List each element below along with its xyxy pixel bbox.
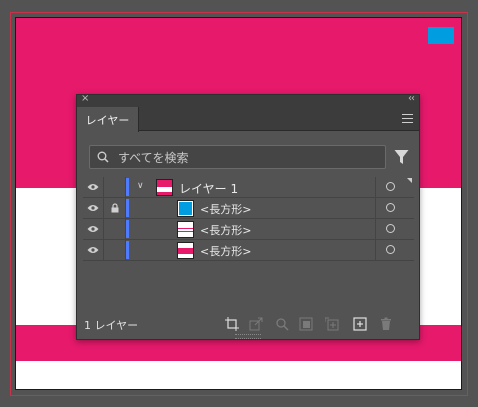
layer-color-bar	[126, 178, 129, 196]
layer-name[interactable]: レイヤー 1	[179, 180, 238, 197]
target-icon[interactable]	[386, 203, 395, 212]
hamburger-menu-icon[interactable]	[402, 114, 413, 123]
lock-toggle[interactable]	[105, 177, 126, 197]
delete-layer-icon[interactable]	[379, 317, 393, 331]
collect-for-export-icon[interactable]	[225, 317, 239, 331]
search-input[interactable]: すべてを検索	[89, 145, 386, 169]
eye-icon	[87, 247, 99, 253]
eye-icon	[87, 205, 99, 211]
visibility-toggle[interactable]	[83, 177, 104, 197]
layer-row[interactable]: <長方形>	[83, 240, 414, 261]
panel-titlebar[interactable]: × ‹‹	[77, 93, 419, 107]
white-rect-thumb	[177, 221, 194, 238]
layer-color-bar	[126, 241, 129, 259]
search-icon	[97, 151, 109, 163]
panel-tabbar: レイヤー	[77, 107, 419, 132]
chevron-down-icon[interactable]: ∨	[137, 181, 144, 191]
lock-toggle[interactable]	[105, 240, 126, 260]
search-placeholder: すべてを検索	[118, 151, 189, 165]
blue-rect-thumb	[177, 200, 194, 217]
close-icon[interactable]: ×	[81, 93, 89, 104]
eye-icon	[87, 226, 99, 232]
lock-toggle[interactable]	[105, 198, 126, 218]
visibility-toggle[interactable]	[83, 240, 104, 260]
visibility-toggle[interactable]	[83, 219, 104, 239]
target-icon[interactable]	[386, 224, 395, 233]
layer-row[interactable]: <長方形>	[83, 219, 414, 240]
blue-rectangle[interactable]	[428, 27, 454, 44]
object-name[interactable]: <長方形>	[200, 243, 251, 259]
visibility-toggle[interactable]	[83, 198, 104, 218]
export-icon[interactable]	[249, 317, 263, 331]
target-icon[interactable]	[386, 182, 395, 191]
tab-layers[interactable]: レイヤー	[77, 107, 139, 132]
locate-object-icon[interactable]	[275, 317, 289, 331]
make-clipping-mask-icon[interactable]	[299, 317, 313, 331]
eye-icon	[87, 184, 99, 190]
search-row: すべてを検索	[89, 145, 409, 169]
layer-row[interactable]: <長方形>	[83, 198, 414, 219]
layer-count: 1 レイヤー	[84, 319, 139, 332]
pink-rect-thumb	[177, 242, 194, 259]
layer-color-bar	[126, 199, 129, 217]
selection-indicator-icon	[407, 178, 412, 183]
panel-footer: 1 レイヤー	[77, 315, 419, 333]
create-sublayer-icon[interactable]	[325, 317, 339, 331]
resize-grip[interactable]	[235, 334, 261, 339]
lock-toggle[interactable]	[105, 219, 126, 239]
layer-row[interactable]: ∨ レイヤー 1	[83, 177, 414, 198]
filter-icon[interactable]	[394, 149, 409, 165]
collapse-icon[interactable]: ‹‹	[408, 93, 415, 104]
layer-thumb	[156, 179, 173, 196]
layers-list: ∨ レイヤー 1 <長方形> <長方形> <長方形>	[83, 177, 414, 261]
lock-icon	[111, 203, 119, 213]
create-new-layer-icon[interactable]	[353, 317, 367, 331]
layers-panel: × ‹‹ レイヤー すべてを検索 ∨ レイヤー 1 <長方形> <長方形> <長…	[76, 93, 420, 340]
object-name[interactable]: <長方形>	[200, 222, 251, 238]
target-icon[interactable]	[386, 245, 395, 254]
layer-color-bar	[126, 220, 129, 238]
object-name[interactable]: <長方形>	[200, 201, 251, 217]
